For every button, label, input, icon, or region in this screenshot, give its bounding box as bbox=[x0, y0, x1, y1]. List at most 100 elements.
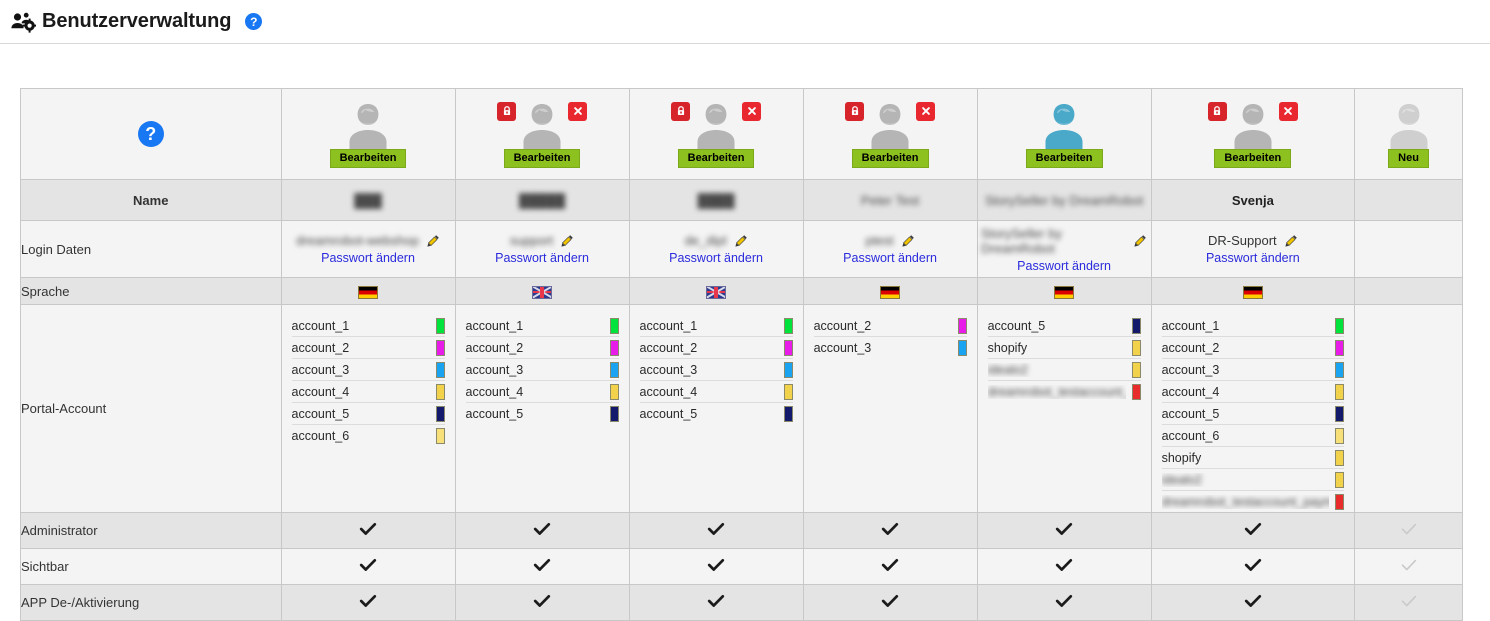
portal-account-item[interactable]: account_2 bbox=[1161, 337, 1345, 359]
portal-account-item[interactable]: account_3 bbox=[291, 359, 445, 381]
delete-icon[interactable] bbox=[916, 101, 936, 121]
portal-account-item[interactable]: account_4 bbox=[291, 381, 445, 403]
portal-account-item[interactable]: shopify bbox=[987, 337, 1141, 359]
login-cell-6: DR-Support Passwort ändern bbox=[1150, 220, 1356, 278]
checkmark-icon[interactable] bbox=[1055, 592, 1073, 610]
change-password-link[interactable]: Passwort ändern bbox=[495, 251, 589, 265]
row-label-name: Name bbox=[20, 179, 282, 221]
portal-account-color-chip bbox=[1335, 493, 1345, 510]
change-password-link[interactable]: Passwort ändern bbox=[843, 251, 937, 265]
portal-cell-1: account_1 account_2 account_3 account_4 acco… bbox=[280, 304, 456, 513]
portal-account-list: account_5shopify idealo2 dreamrobot_testac… bbox=[978, 305, 1151, 402]
name-cell-1: ███ bbox=[280, 179, 456, 221]
edit-pencil-icon[interactable] bbox=[901, 234, 915, 248]
lock-icon[interactable] bbox=[671, 101, 691, 121]
portal-account-list: account_2 account_3 bbox=[804, 305, 977, 358]
portal-account-item[interactable]: account_5 bbox=[640, 403, 793, 424]
help-circle-icon[interactable]: ? bbox=[137, 121, 164, 147]
edit-pencil-icon[interactable] bbox=[1284, 234, 1298, 248]
portal-account-item[interactable]: account_5 bbox=[291, 403, 445, 425]
portal-account-item[interactable]: dreamrobot_testaccount_payments bbox=[988, 381, 1141, 402]
user-name: Peter Test bbox=[804, 193, 977, 208]
checkmark-disabled-icon bbox=[1400, 556, 1418, 574]
help-icon[interactable]: ? bbox=[245, 13, 263, 30]
portal-account-item[interactable]: account_5 bbox=[1161, 403, 1345, 425]
edit-pencil-icon[interactable] bbox=[734, 234, 748, 248]
portal-account-label: account_5 bbox=[987, 318, 1046, 333]
portal-account-item[interactable]: account_1 bbox=[1161, 315, 1345, 337]
flag-de-icon bbox=[1242, 285, 1263, 299]
checkmark-icon[interactable] bbox=[1244, 592, 1262, 610]
portal-account-item[interactable]: account_6 bbox=[1161, 425, 1345, 447]
portal-account-item[interactable]: account_4 bbox=[465, 381, 619, 403]
checkmark-icon[interactable] bbox=[1244, 556, 1262, 574]
checkmark-icon[interactable] bbox=[881, 520, 899, 538]
portal-account-item[interactable]: account_4 bbox=[639, 381, 793, 403]
checkmark-icon[interactable] bbox=[359, 592, 377, 610]
portal-account-item[interactable]: account_3 bbox=[465, 359, 619, 381]
change-password-link[interactable]: Passwort ändern bbox=[1017, 259, 1111, 273]
portal-account-item[interactable]: account_2 bbox=[639, 337, 793, 359]
checkmark-icon[interactable] bbox=[1055, 556, 1073, 574]
portal-account-item[interactable]: account_5 bbox=[987, 315, 1141, 337]
lock-icon[interactable] bbox=[497, 101, 517, 121]
portal-account-label: shopify bbox=[987, 340, 1028, 355]
delete-icon[interactable] bbox=[568, 101, 588, 121]
flag-de-icon bbox=[358, 285, 379, 299]
user-name-text: ████ bbox=[697, 192, 735, 208]
edit-pencil-icon[interactable] bbox=[560, 234, 574, 248]
portal-account-item[interactable]: account_5 bbox=[466, 403, 619, 424]
checkmark-icon[interactable] bbox=[533, 592, 551, 610]
portal-account-color-chip bbox=[609, 317, 619, 334]
portal-account-item[interactable]: account_3 bbox=[1161, 359, 1345, 381]
checkmark-icon[interactable] bbox=[359, 556, 377, 574]
checkmark-icon[interactable] bbox=[533, 520, 551, 538]
portal-account-label: account_5 bbox=[639, 406, 698, 421]
portal-account-item[interactable]: account_2 bbox=[813, 315, 967, 337]
change-password-link[interactable]: Passwort ändern bbox=[669, 251, 763, 265]
portal-account-item[interactable]: account_1 bbox=[465, 315, 619, 337]
change-password-link[interactable]: Passwort ändern bbox=[321, 251, 415, 265]
portal-account-color-chip bbox=[609, 361, 619, 378]
checkmark-icon[interactable] bbox=[881, 556, 899, 574]
checkmark-icon[interactable] bbox=[707, 520, 725, 538]
portal-account-item[interactable]: account_2 bbox=[465, 337, 619, 359]
change-password-link[interactable]: Passwort ändern bbox=[1206, 251, 1300, 265]
portal-account-color-chip bbox=[1335, 383, 1345, 400]
lock-icon[interactable] bbox=[1207, 101, 1227, 121]
portal-account-item[interactable]: account_6 bbox=[292, 425, 445, 446]
portal-account-label: account_1 bbox=[465, 318, 524, 333]
portal-account-item[interactable]: dreamrobot_testaccount_payments bbox=[1162, 491, 1345, 512]
checkmark-icon[interactable] bbox=[533, 556, 551, 574]
portal-account-item[interactable]: idealo2 bbox=[987, 359, 1141, 381]
portal-account-label: dreamrobot_testaccount_payments bbox=[987, 384, 1126, 399]
avatar bbox=[1040, 100, 1088, 150]
portal-account-item[interactable]: idealo2 bbox=[1161, 469, 1345, 491]
portal-account-item[interactable]: account_1 bbox=[639, 315, 793, 337]
sichtbar-cell-2 bbox=[454, 548, 630, 585]
checkmark-icon[interactable] bbox=[1244, 520, 1262, 538]
portal-account-item[interactable]: account_3 bbox=[639, 359, 793, 381]
portal-account-label: account_6 bbox=[1161, 428, 1220, 443]
checkmark-icon[interactable] bbox=[707, 556, 725, 574]
delete-icon[interactable] bbox=[742, 101, 762, 121]
checkmark-disabled-icon bbox=[1400, 520, 1418, 538]
lock-icon[interactable] bbox=[845, 101, 865, 121]
checkmark-icon[interactable] bbox=[881, 592, 899, 610]
login-username: dreamrobot-webshop bbox=[296, 233, 419, 248]
delete-icon[interactable] bbox=[1278, 101, 1298, 121]
portal-account-color-chip bbox=[1335, 449, 1345, 466]
portal-account-item[interactable]: account_3 bbox=[814, 337, 967, 358]
checkmark-icon[interactable] bbox=[1055, 520, 1073, 538]
portal-account-item[interactable]: shopify bbox=[1161, 447, 1345, 469]
edit-pencil-icon[interactable] bbox=[426, 234, 440, 248]
checkmark-icon[interactable] bbox=[707, 592, 725, 610]
portal-account-item[interactable]: account_2 bbox=[291, 337, 445, 359]
checkmark-icon[interactable] bbox=[359, 520, 377, 538]
edit-pencil-icon[interactable] bbox=[1133, 234, 1147, 248]
portal-account-item[interactable]: account_4 bbox=[1161, 381, 1345, 403]
portal-account-item[interactable]: account_1 bbox=[291, 315, 445, 337]
user-column-5: Bearbeiten bbox=[976, 88, 1152, 180]
table-row-portal: Portal-Account account_1 account_2 account_… bbox=[20, 304, 1463, 513]
portal-account-color-chip bbox=[435, 427, 445, 444]
